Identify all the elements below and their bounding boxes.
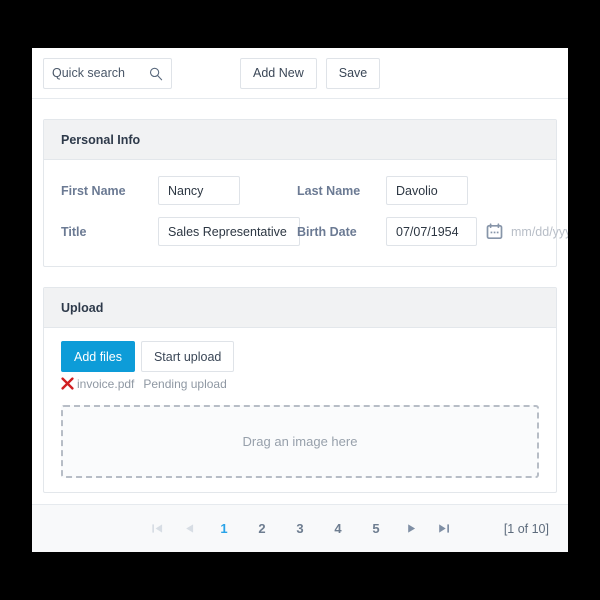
pagination-controls: 1 2 3 4 5 [32,517,568,541]
upload-panel: Upload Add files Start upload invoice.pd… [43,287,557,493]
search-icon[interactable] [148,66,164,82]
add-files-button[interactable]: Add files [61,341,135,372]
save-button[interactable]: Save [325,57,381,89]
birth-date-label: Birth Date [297,224,357,239]
pagination-bar: 1 2 3 4 5 [1 of 10] [32,504,568,552]
birth-date-group: mm/dd/yyyy [386,217,568,246]
search-input[interactable] [52,66,144,80]
title-label: Title [61,224,87,239]
page-button-1[interactable]: 1 [208,517,240,541]
previous-page-icon[interactable] [176,517,202,541]
calendar-icon[interactable] [486,223,503,240]
search-box[interactable] [43,57,172,89]
upload-file-status: Pending upload [143,376,227,391]
upload-file-name: invoice.pdf [77,376,135,391]
page-button-4[interactable]: 4 [322,517,354,541]
form-row-title-birth: Title Birth Date [61,211,568,252]
upload-header: Upload [44,288,556,328]
pagination-info: [1 of 10] [503,521,549,536]
personal-info-title: Personal Info [61,132,141,147]
first-name-input[interactable] [158,176,240,205]
personal-info-body: First Name Last Name Title Birth Date [44,160,568,266]
personal-info-header: Personal Info [44,120,556,160]
form-row-names: First Name Last Name [61,170,539,211]
last-page-icon[interactable] [430,517,456,541]
last-name-input[interactable] [386,176,468,205]
toolbar: Add New Save [32,48,568,99]
last-name-label: Last Name [297,183,361,198]
next-page-icon[interactable] [398,517,424,541]
birth-date-format-hint: mm/dd/yyyy [511,224,568,239]
employee-form-card: Add New Save Personal Info First Name La… [32,48,568,552]
image-dropzone[interactable]: Drag an image here [61,405,539,478]
upload-file-item: invoice.pdf Pending upload [61,375,539,392]
personal-info-panel: Personal Info First Name Last Name Title… [43,119,568,267]
upload-title: Upload [61,300,104,315]
birth-date-input[interactable] [386,217,477,246]
page-button-3[interactable]: 3 [284,517,316,541]
first-name-label: First Name [61,183,126,198]
remove-x-icon[interactable] [61,377,74,390]
page-button-5[interactable]: 5 [360,517,392,541]
add-new-button[interactable]: Add New [240,57,317,89]
upload-actions: Add files Start upload [61,338,539,372]
title-input[interactable] [158,217,300,246]
page-button-2[interactable]: 2 [246,517,278,541]
dropzone-label: Drag an image here [242,434,358,449]
first-page-icon[interactable] [144,517,170,541]
start-upload-button[interactable]: Start upload [140,341,235,372]
upload-body: Add files Start upload invoice.pdf Pendi… [44,328,556,492]
